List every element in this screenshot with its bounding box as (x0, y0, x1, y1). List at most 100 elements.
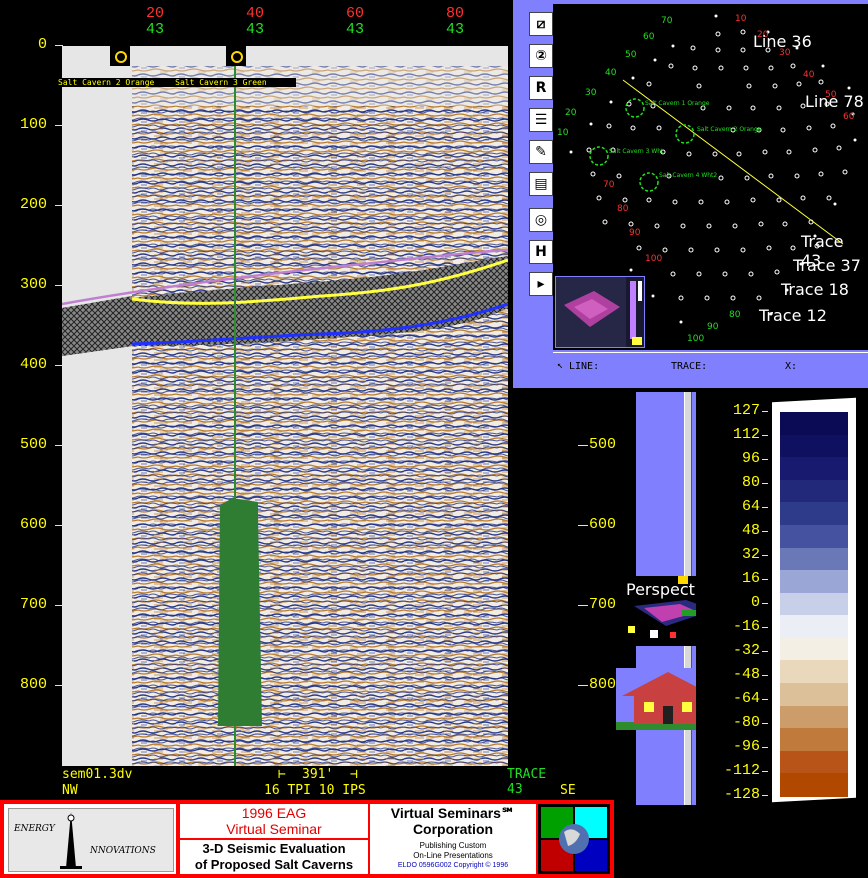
map-window[interactable]: ⧄ ② R ☰ ✎ ▤ ◎ H ▸ 70 60 50 40 30 20 10 8… (513, 0, 868, 388)
map-status-bar: ↖ LINE: TRACE: X: (553, 352, 868, 379)
map-cavern-tag: Salt Cavern 3 Wht (609, 148, 664, 155)
vs-small-3: ELDO 0596G002 Copyright © 1996 (397, 862, 509, 869)
status-trace-label: TRACE: (671, 361, 708, 372)
palette-tool-button[interactable]: ✎ (529, 140, 553, 164)
help-tool-button[interactable]: H (529, 240, 553, 264)
map-green-number: 70 (661, 16, 673, 26)
colorbar-swatch (780, 502, 848, 526)
colorbar-swatch (780, 705, 848, 730)
energy-innovations-logo[interactable]: ENERGY NNOVATIONS (4, 804, 176, 874)
circle-icon (115, 51, 127, 63)
scale-subtext: 16 TPI 10 IPS (264, 783, 366, 798)
colorbar-swatch (780, 750, 848, 775)
seismic-section-panel: 20 40 60 80 43 43 43 43 0 100 200 300 40… (0, 0, 616, 800)
map-red-number: 90 (629, 228, 641, 238)
status-x-label: X: (785, 361, 798, 372)
print-tool-button[interactable]: ▸ (529, 272, 553, 296)
map-green-number: 30 (585, 88, 597, 98)
seismic-traces (62, 46, 508, 766)
depth-label-right: 800 (589, 676, 617, 693)
map-label-trace-12: Trace 12 (759, 306, 827, 325)
eag-subtitle: Virtual Seminar (226, 821, 322, 837)
map-green-number: 20 (565, 108, 577, 118)
map-label-line-36: Line 36 (753, 32, 812, 51)
colorbar-swatch (780, 434, 848, 459)
colorbar-label: -96 (732, 738, 760, 755)
colorbar-swatch (780, 457, 848, 481)
circle-icon (231, 51, 243, 63)
rotate-tool-button[interactable]: ② (529, 44, 553, 68)
top-axis-red-1: 20 (146, 5, 165, 22)
footer-banner: ENERGY NNOVATIONS 1996 EAG Virtual Semin… (0, 800, 614, 878)
depth-label: 200 (20, 196, 48, 213)
colorbar-swatch (780, 728, 848, 752)
map-cavern-tag: Salt Cavern 2 Orange (697, 126, 762, 133)
map-red-number: 10 (735, 14, 747, 24)
colorbar-label: 127 (732, 402, 760, 419)
cavern-labels-bar: Salt Cavern 2 Orange Salt Cavern 3 Green (56, 78, 296, 87)
colorbar-swatch (780, 412, 848, 436)
colorbar-label: 96 (741, 450, 760, 467)
swatch-stack (780, 412, 848, 797)
map-canvas[interactable]: 70 60 50 40 30 20 10 80 90 100 10 20 30 … (553, 4, 868, 350)
list-tool-button[interactable]: ☰ (529, 108, 553, 132)
colorbar-swatch (780, 615, 848, 639)
scale-text: 391' (302, 767, 334, 782)
map-green-number: 90 (707, 322, 719, 332)
reset-tool-button[interactable]: R (529, 76, 553, 100)
amplitude-colorbar: 127 112 96 80 64 48 32 16 0 -16 -32 -48 … (696, 392, 868, 805)
top-axis-green-2: 43 (246, 21, 265, 38)
cavern-label-orange: Salt Cavern 2 Orange (58, 78, 155, 87)
colorbar-label: 64 (741, 498, 760, 515)
vs-small-1: Publishing Custom (419, 841, 487, 850)
colorbar-label: -128 (723, 786, 760, 803)
depth-label-right: 700 (589, 596, 617, 613)
vs-small-2: On-Line Presentations (413, 851, 493, 860)
depth-label: 0 (38, 36, 48, 53)
depth-label: 400 (20, 356, 48, 373)
file-name: sem01.3dv (62, 767, 133, 782)
logo-text-top: ENERGY (14, 824, 55, 834)
map-green-number: 100 (687, 334, 705, 344)
cavern-marker-orange[interactable] (110, 46, 130, 66)
map-label-trace-18: Trace 18 (781, 280, 849, 299)
colorbar-label: -112 (723, 762, 760, 779)
colorbar-label: 32 (741, 546, 760, 563)
top-axis-red-4: 80 (446, 5, 465, 22)
cavern-marker-green[interactable] (226, 46, 246, 66)
map-green-number: 10 (557, 128, 569, 138)
cursor-icon: ↖ (557, 360, 564, 371)
direction-right: SE (560, 783, 576, 798)
colorbar-swatch (780, 637, 848, 662)
colorbar-swatch (780, 524, 848, 549)
script-tool-button[interactable]: ▤ (529, 172, 553, 196)
perspective-thumbnail[interactable] (555, 276, 645, 348)
seismic-image[interactable] (62, 46, 508, 766)
depth-label: 500 (20, 436, 48, 453)
map-red-number: 80 (617, 204, 629, 214)
status-line-label: LINE: (569, 361, 600, 372)
map-red-number: 100 (645, 254, 663, 264)
top-axis-green-3: 43 (346, 21, 365, 38)
map-red-number: 40 (803, 70, 815, 80)
map-red-number: 60 (843, 112, 855, 122)
depth-label: 100 (20, 116, 48, 133)
depth-label: 800 (20, 676, 48, 693)
colorbar-label: -64 (732, 690, 760, 707)
top-axis-green-4: 43 (446, 21, 465, 38)
eag-title: 1996 EAG (241, 805, 307, 821)
vs-logo[interactable] (538, 804, 610, 874)
map-label-line-78: Line 78 (805, 92, 864, 111)
scale-bar: ⊢ 391' ⊣ (278, 767, 358, 782)
cavern-label-green: Salt Cavern 3 Green (175, 78, 267, 87)
colorbar-label: -80 (732, 714, 760, 731)
map-red-number: 70 (603, 180, 615, 190)
zoom-tool-button[interactable]: ⧄ (529, 12, 553, 36)
map-label-trace-37: Trace 37 (793, 256, 861, 275)
globe-logo-icon (541, 807, 607, 871)
depth-label: 700 (20, 596, 48, 613)
colorbar-swatch (780, 660, 848, 685)
orbit-tool-button[interactable]: ◎ (529, 208, 553, 232)
depth-label-right: 600 (589, 516, 617, 533)
thumbnail-image (556, 277, 642, 347)
